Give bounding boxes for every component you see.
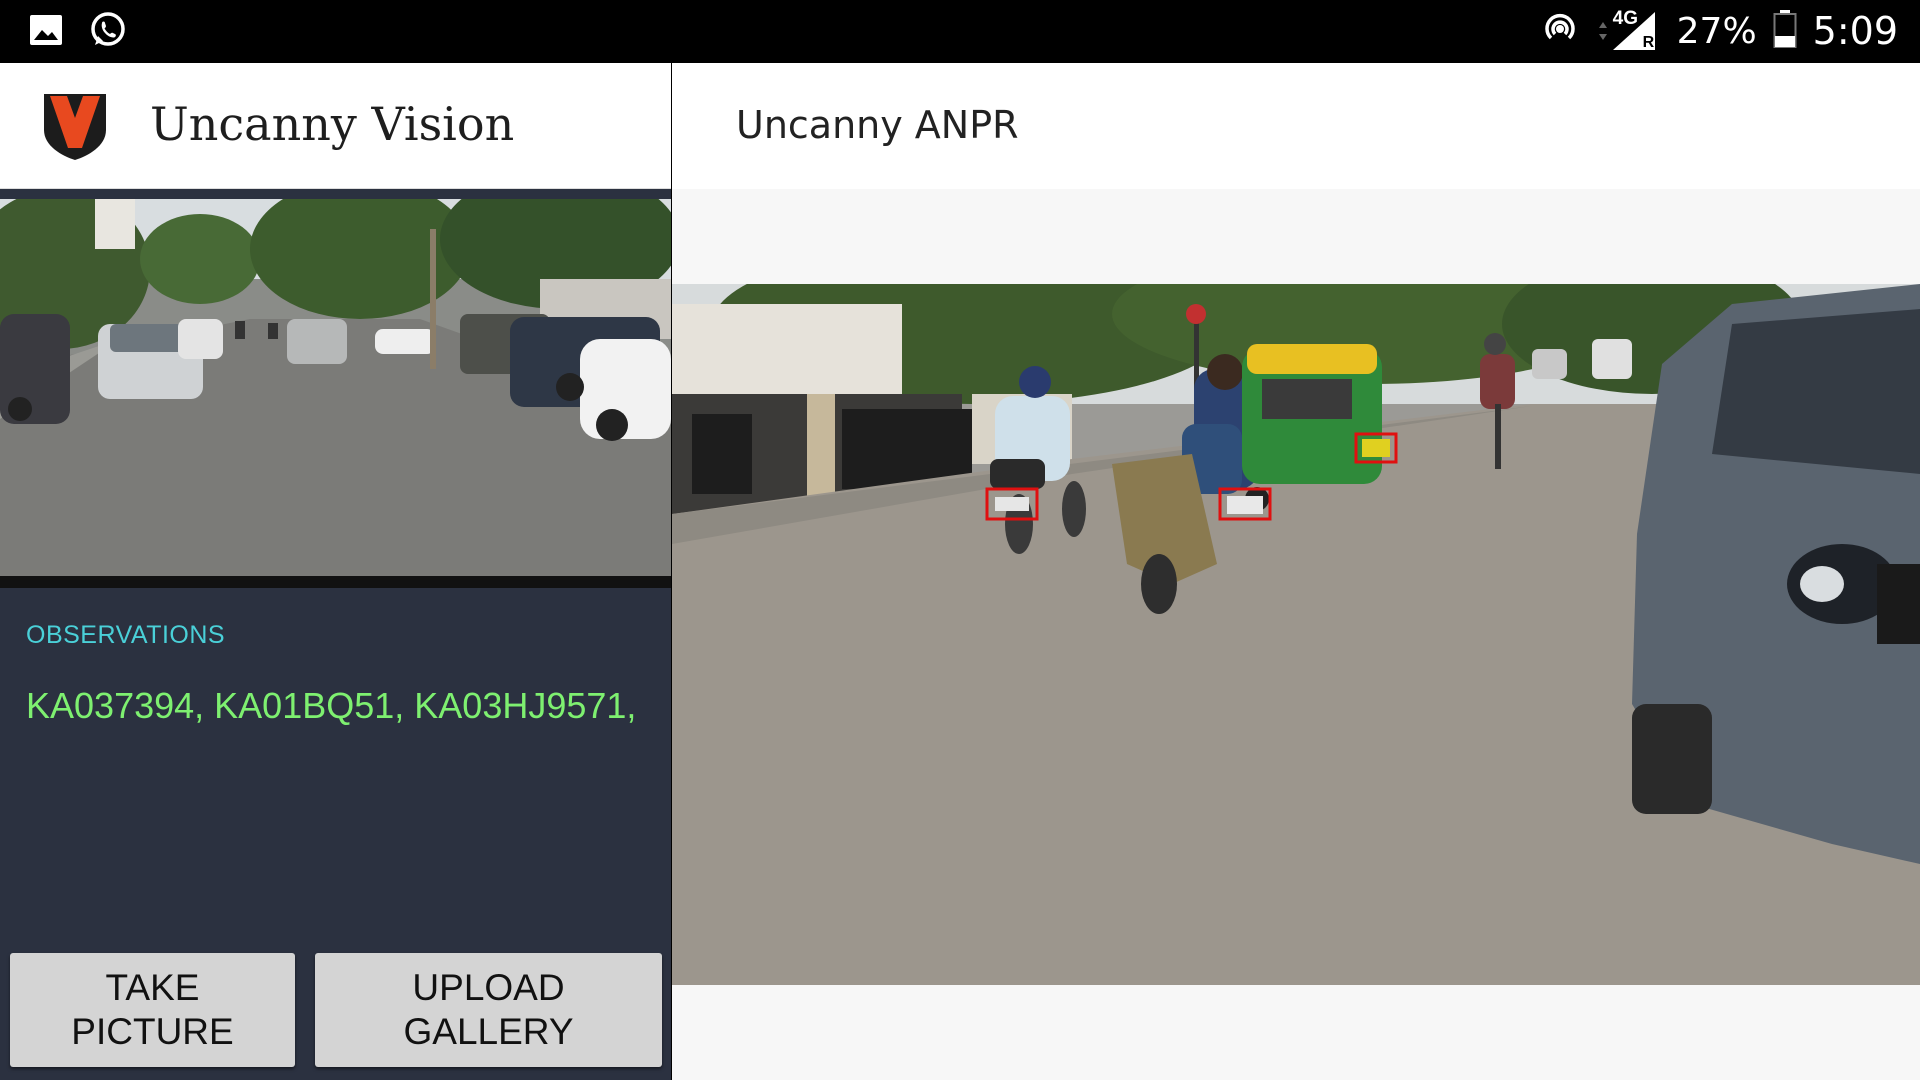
take-picture-label-line2: PICTURE (71, 1011, 234, 1052)
clock: 5:09 (1812, 9, 1898, 53)
whatsapp-icon (88, 10, 128, 55)
app-bar: Uncanny Vision (0, 63, 671, 189)
gallery-icon (28, 12, 64, 53)
roaming-indicator: R (1642, 34, 1655, 51)
upload-gallery-label-line1: UPLOAD (412, 967, 565, 1008)
status-bar: 4G R 27% 5:09 (0, 0, 1920, 63)
data-arrows-icon: 4G R (1597, 8, 1661, 54)
battery-percent: 27% (1676, 10, 1757, 52)
upload-gallery-button[interactable]: UPLOAD GALLERY (315, 953, 662, 1067)
observations-label: OBSERVATIONS (26, 621, 226, 649)
right-panel: Uncanny ANPR (672, 63, 1920, 1080)
take-picture-button[interactable]: TAKE PICTURE (10, 953, 295, 1067)
result-title: Uncanny ANPR (736, 103, 1019, 147)
take-picture-label-line1: TAKE (105, 967, 200, 1008)
network-type: 4G (1612, 8, 1638, 29)
preview-divider (0, 576, 671, 588)
uncanny-vision-logo (40, 90, 110, 162)
left-panel: Uncanny Vision OBSERVATIONS KA037394, KA… (0, 63, 671, 1080)
anpr-result-image (672, 284, 1920, 985)
battery-icon (1773, 9, 1797, 54)
hotspot-icon (1539, 8, 1581, 55)
result-header: Uncanny ANPR (672, 63, 1920, 189)
camera-preview[interactable] (0, 199, 671, 576)
upload-gallery-label-line2: GALLERY (403, 1011, 574, 1052)
observations-plates: KA037394, KA01BQ51, KA03HJ9571, (26, 685, 637, 726)
app-title: Uncanny Vision (150, 97, 515, 151)
